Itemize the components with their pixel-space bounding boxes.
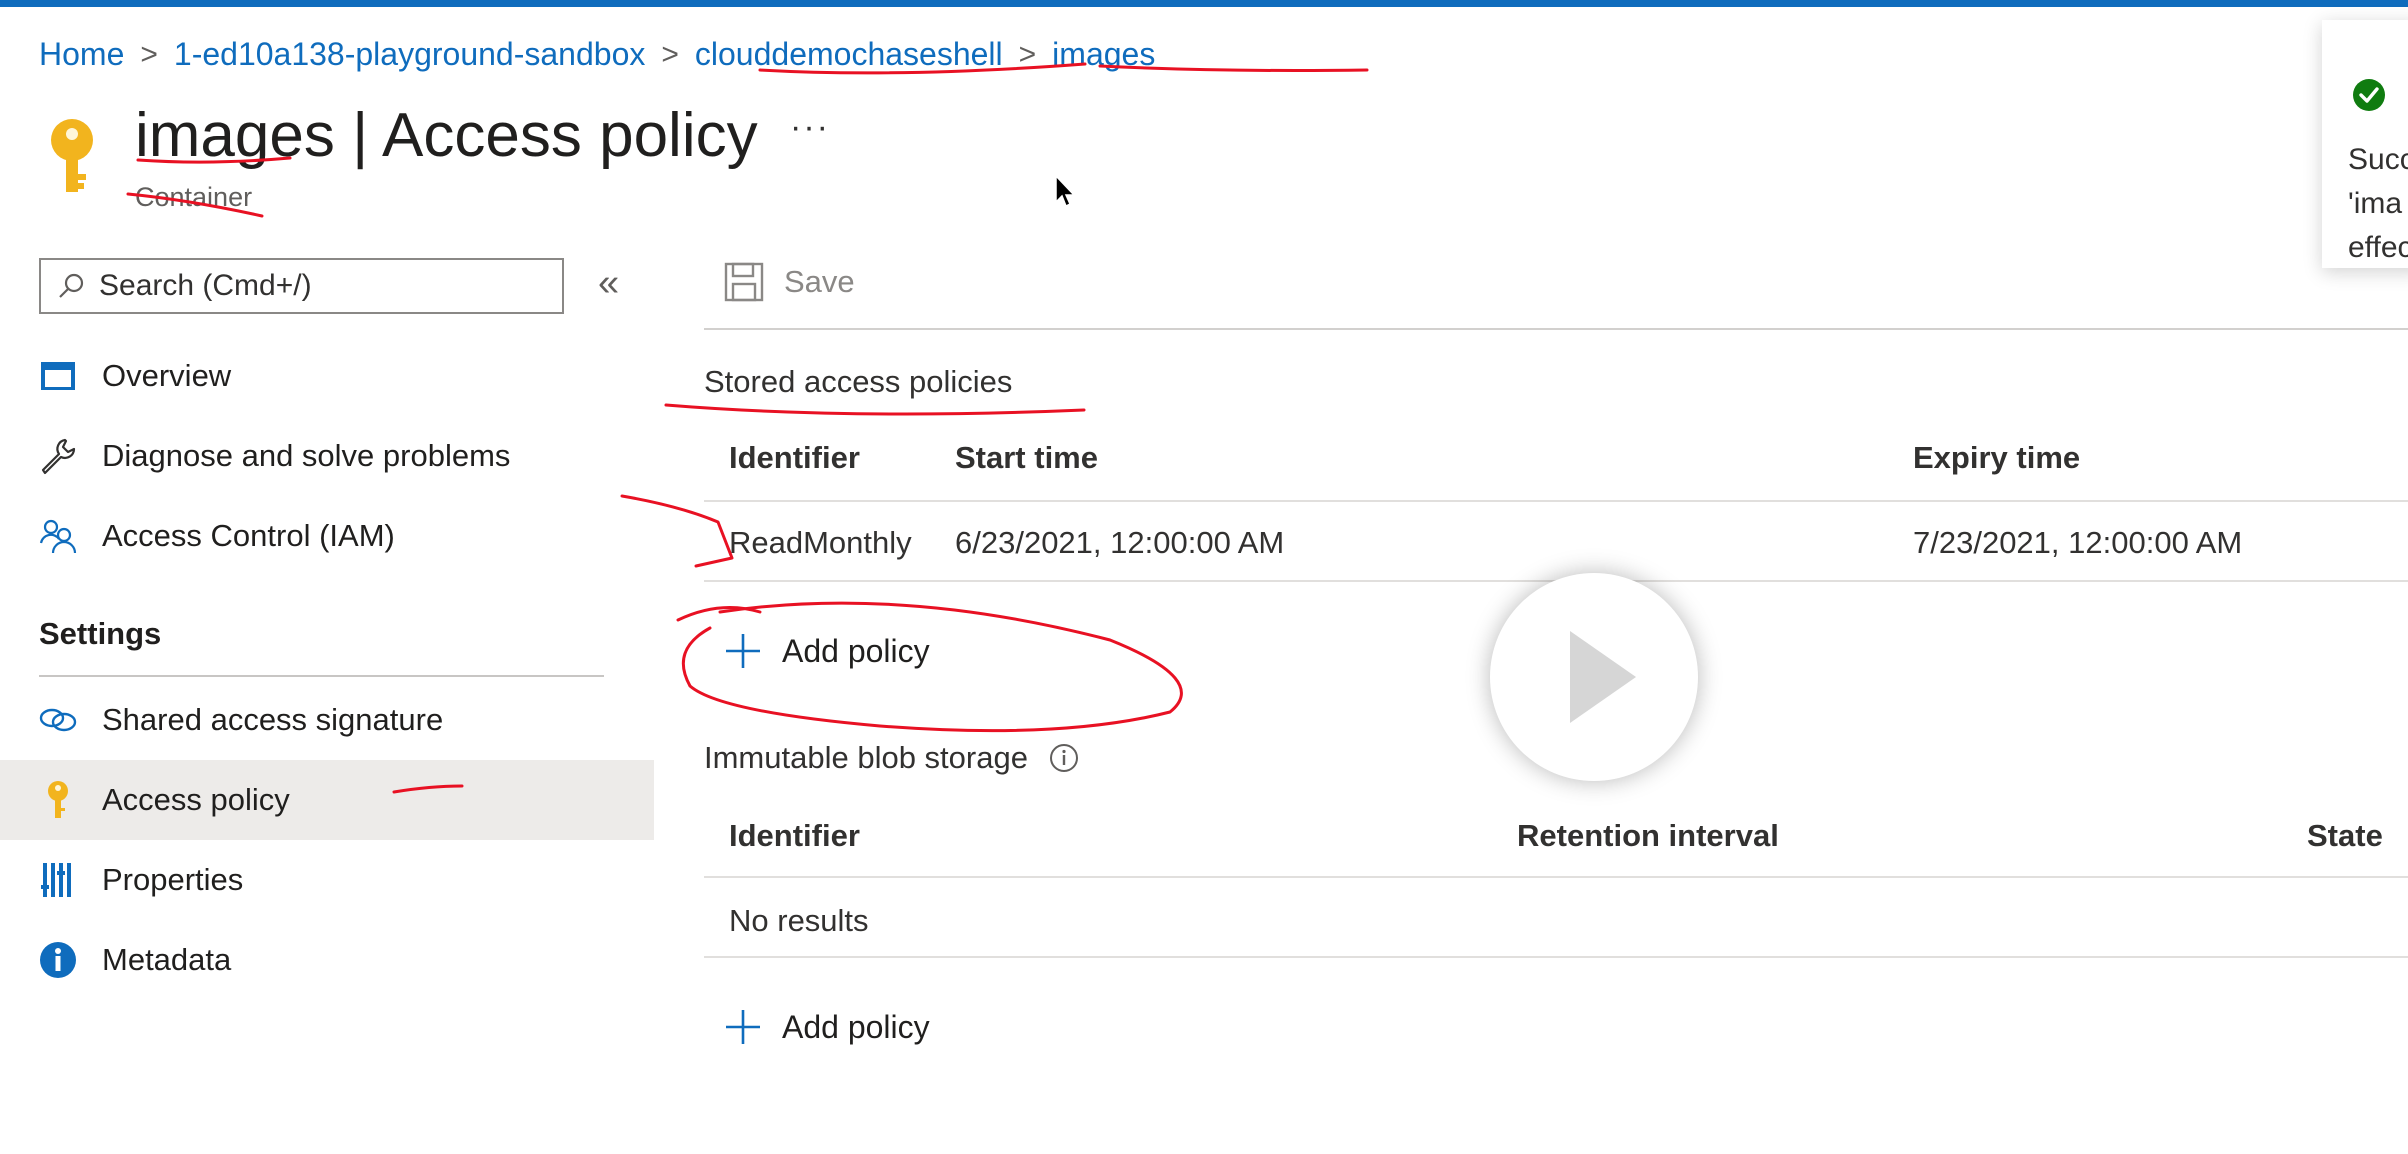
policy-start-time: 6/23/2021, 12:00:00 AM: [955, 525, 1285, 560]
breadcrumb-separator: >: [140, 37, 158, 71]
sidebar-item-shared-access-signature[interactable]: Shared access signature: [0, 680, 654, 760]
sidebar-item-label: Diagnose and solve problems: [102, 438, 511, 473]
title-separator: |: [352, 101, 369, 170]
column-header-expiry-time: Expiry time: [1913, 440, 2081, 475]
sidebar-item-label: Overview: [102, 358, 232, 393]
row-divider: [704, 876, 2408, 878]
divider: [39, 675, 604, 677]
policy-expiry-time: 7/23/2021, 12:00:00 AM: [1913, 525, 2243, 560]
notification-line: 'ima: [2348, 187, 2403, 220]
sidebar-search[interactable]: [39, 258, 564, 314]
row-divider: [704, 500, 2408, 502]
immutable-heading-label: Immutable blob storage: [704, 740, 1028, 775]
resource-type: Container: [135, 182, 253, 212]
column-header-start-time: Start time: [955, 440, 1098, 475]
sidebar-item-diagnose[interactable]: Diagnose and solve problems: [0, 416, 654, 496]
play-icon: [1570, 631, 1636, 723]
annotation-underline: [664, 403, 1086, 416]
sidebar-item-access-policy[interactable]: Access policy: [0, 760, 654, 840]
toolbar-divider: [704, 328, 2408, 330]
breadcrumb-resource-group[interactable]: 1-ed10a138-playground-sandbox: [174, 36, 645, 73]
add-policy-label: Add policy: [782, 632, 930, 669]
save-button[interactable]: Save: [724, 262, 855, 302]
overview-icon: [38, 356, 78, 396]
sidebar-item-label: Access policy: [102, 782, 290, 817]
info-outline-icon[interactable]: [1048, 742, 1080, 774]
breadcrumb: Home > 1-ed10a138-playground-sandbox > c…: [39, 36, 1155, 73]
sidebar-item-overview[interactable]: Overview: [0, 336, 654, 416]
success-check-icon: [2353, 79, 2385, 111]
immutable-blob-storage-heading: Immutable blob storage: [704, 740, 1080, 776]
column-header-retention-interval: Retention interval: [1517, 818, 1779, 853]
column-header-state: State: [2307, 818, 2383, 853]
notification-toast[interactable]: Succ 'ima effec: [2322, 20, 2408, 268]
breadcrumb-separator: >: [1018, 37, 1037, 71]
breadcrumb-container[interactable]: images: [1052, 36, 1155, 73]
add-stored-policy-button[interactable]: Add policy: [724, 632, 930, 670]
sidebar-item-metadata[interactable]: Metadata: [0, 920, 654, 1000]
wrench-icon: [38, 436, 78, 476]
sidebar-item-label: Metadata: [102, 942, 232, 977]
link-icon: [38, 700, 78, 740]
breadcrumb-storage-account[interactable]: clouddemochaseshell: [695, 36, 1003, 73]
page-title: images | Access policy: [135, 100, 758, 171]
search-icon: [59, 273, 84, 298]
plus-icon: [726, 1010, 760, 1044]
collapse-menu-button[interactable]: «: [598, 262, 619, 305]
key-icon: [42, 116, 102, 196]
properties-icon: [38, 860, 78, 900]
notification-line: Succ: [2348, 143, 2408, 176]
page-name: Access policy: [382, 101, 758, 170]
sidebar-item-label: Access Control (IAM): [102, 518, 395, 553]
key-icon: [38, 780, 78, 820]
mouse-cursor-icon: [1054, 174, 1078, 210]
breadcrumb-home[interactable]: Home: [39, 36, 124, 73]
info-icon: [38, 940, 78, 980]
settings-heading: Settings: [39, 616, 162, 651]
sidebar-item-properties[interactable]: Properties: [0, 840, 654, 920]
row-divider: [704, 956, 2408, 958]
top-accent-bar: [0, 0, 2408, 7]
sidebar-item-label: Shared access signature: [102, 702, 444, 737]
sidebar-item-label: Properties: [102, 862, 244, 897]
plus-icon: [726, 634, 760, 668]
save-icon: [724, 262, 764, 302]
search-input[interactable]: [97, 268, 521, 304]
notification-message: Succ 'ima effec: [2348, 138, 2408, 268]
column-header-identifier: Identifier: [729, 818, 860, 853]
stored-access-policies-heading: Stored access policies: [704, 364, 1013, 399]
column-header-identifier: Identifier: [729, 440, 860, 475]
resource-name: images: [135, 101, 335, 170]
sidebar-item-access-control[interactable]: Access Control (IAM): [0, 496, 654, 576]
breadcrumb-separator: >: [661, 37, 679, 71]
empty-results-text: No results: [729, 903, 869, 938]
video-play-button[interactable]: [1490, 573, 1698, 781]
save-label: Save: [784, 264, 855, 299]
add-immutable-policy-button[interactable]: Add policy: [724, 1008, 930, 1046]
policy-identifier[interactable]: ReadMonthly: [729, 525, 912, 561]
add-policy-label: Add policy: [782, 1008, 930, 1045]
people-icon: [38, 516, 78, 556]
notification-line: effec: [2348, 231, 2408, 264]
more-options-button[interactable]: ···: [790, 108, 830, 147]
